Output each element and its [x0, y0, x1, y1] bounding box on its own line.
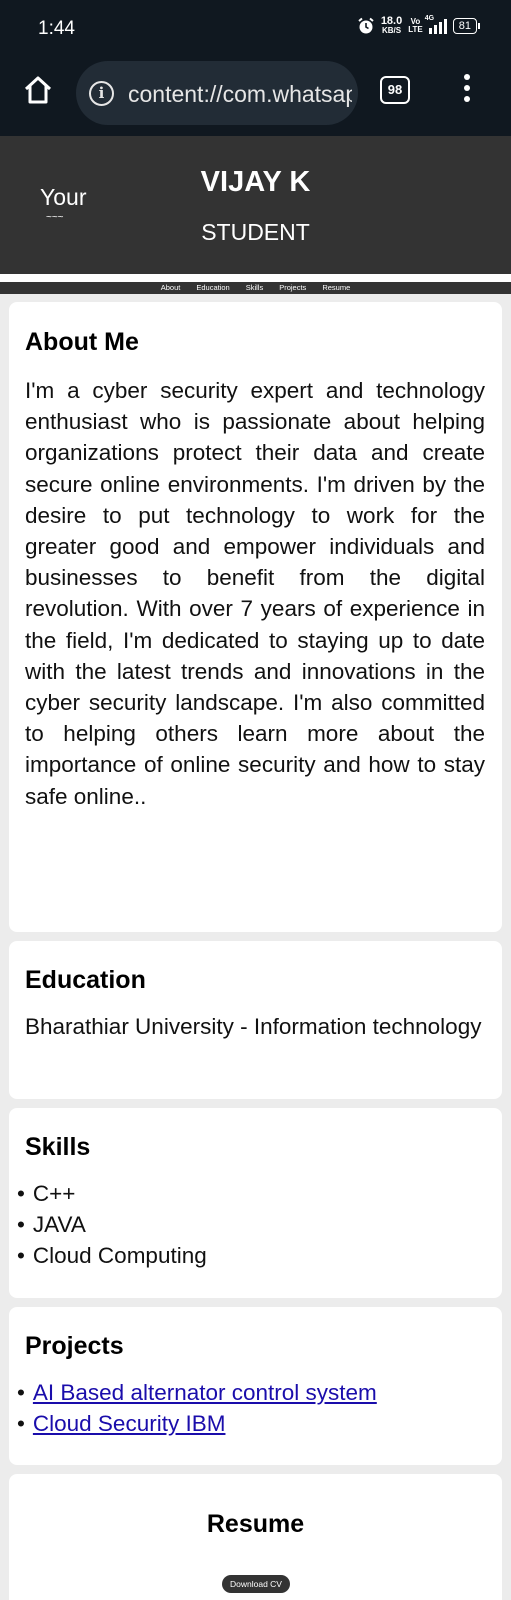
- projects-section: Projects AI Based alternator control sys…: [9, 1307, 502, 1465]
- alarm-clock-icon: [358, 17, 374, 34]
- more-options-icon[interactable]: [462, 74, 472, 108]
- about-text: I'm a cyber security expert and technolo…: [25, 378, 485, 809]
- nav-link-skills[interactable]: Skills: [246, 282, 264, 294]
- projects-title: Projects: [25, 1332, 124, 1360]
- skills-title: Skills: [25, 1133, 91, 1161]
- education-text: Bharathiar University - Information tech…: [25, 1014, 482, 1039]
- home-icon[interactable]: [22, 74, 54, 106]
- project-link[interactable]: Cloud Security IBM: [33, 1411, 226, 1436]
- battery-icon: 81: [452, 18, 481, 34]
- projects-list: AI Based alternator control system Cloud…: [17, 1377, 377, 1439]
- project-link[interactable]: AI Based alternator control system: [33, 1380, 377, 1405]
- profile-role: STUDENT: [201, 219, 310, 245]
- education-title: Education: [25, 966, 146, 994]
- nav-link-projects[interactable]: Projects: [279, 282, 306, 294]
- education-section: Education Bharathiar University - Inform…: [9, 941, 502, 1099]
- info-icon[interactable]: i: [89, 81, 114, 106]
- status-time: 1:44: [38, 18, 75, 39]
- nav-link-education[interactable]: Education: [196, 282, 229, 294]
- skills-section: Skills C++ JAVA Cloud Computing: [9, 1108, 502, 1298]
- site-nav: About Education Skills Projects Resume: [0, 282, 511, 294]
- nav-link-resume[interactable]: Resume: [322, 282, 350, 294]
- network-speed: 18.0 KB/S: [380, 15, 403, 36]
- tab-switcher-button[interactable]: 98: [380, 76, 410, 104]
- resume-title: Resume: [206, 1510, 305, 1538]
- browser-toolbar: i content://com.whatsapp 98: [0, 56, 511, 136]
- site-header: Your ~~~ VIJAY K STUDENT: [0, 136, 511, 274]
- about-title: About Me: [25, 328, 139, 356]
- skill-item: Cloud Computing: [17, 1240, 207, 1271]
- skill-item: C++: [17, 1178, 207, 1209]
- network-type: 4G: [424, 15, 435, 22]
- about-section: About Me I'm a cyber security expert and…: [9, 302, 502, 932]
- header-divider: [0, 274, 511, 282]
- status-bar: 1:44 18.0 KB/S Vo LTE 4G 81: [0, 0, 511, 56]
- nav-link-about[interactable]: About: [161, 282, 181, 294]
- profile-name: VIJAY K: [200, 166, 311, 198]
- download-cv-button[interactable]: Download CV: [222, 1575, 290, 1593]
- resume-section: Resume Download CV: [9, 1474, 502, 1600]
- project-item: Cloud Security IBM: [17, 1408, 377, 1439]
- address-bar[interactable]: i content://com.whatsapp: [76, 61, 358, 125]
- skill-item: JAVA: [17, 1209, 207, 1240]
- project-item: AI Based alternator control system: [17, 1377, 377, 1408]
- volte-indicator: Vo LTE: [408, 17, 423, 34]
- skills-list: C++ JAVA Cloud Computing: [17, 1178, 207, 1271]
- status-icons: 18.0 KB/S Vo LTE 4G 81: [357, 15, 481, 36]
- signal-icon: 4G: [425, 15, 447, 34]
- url-text[interactable]: content://com.whatsapp: [128, 81, 352, 108]
